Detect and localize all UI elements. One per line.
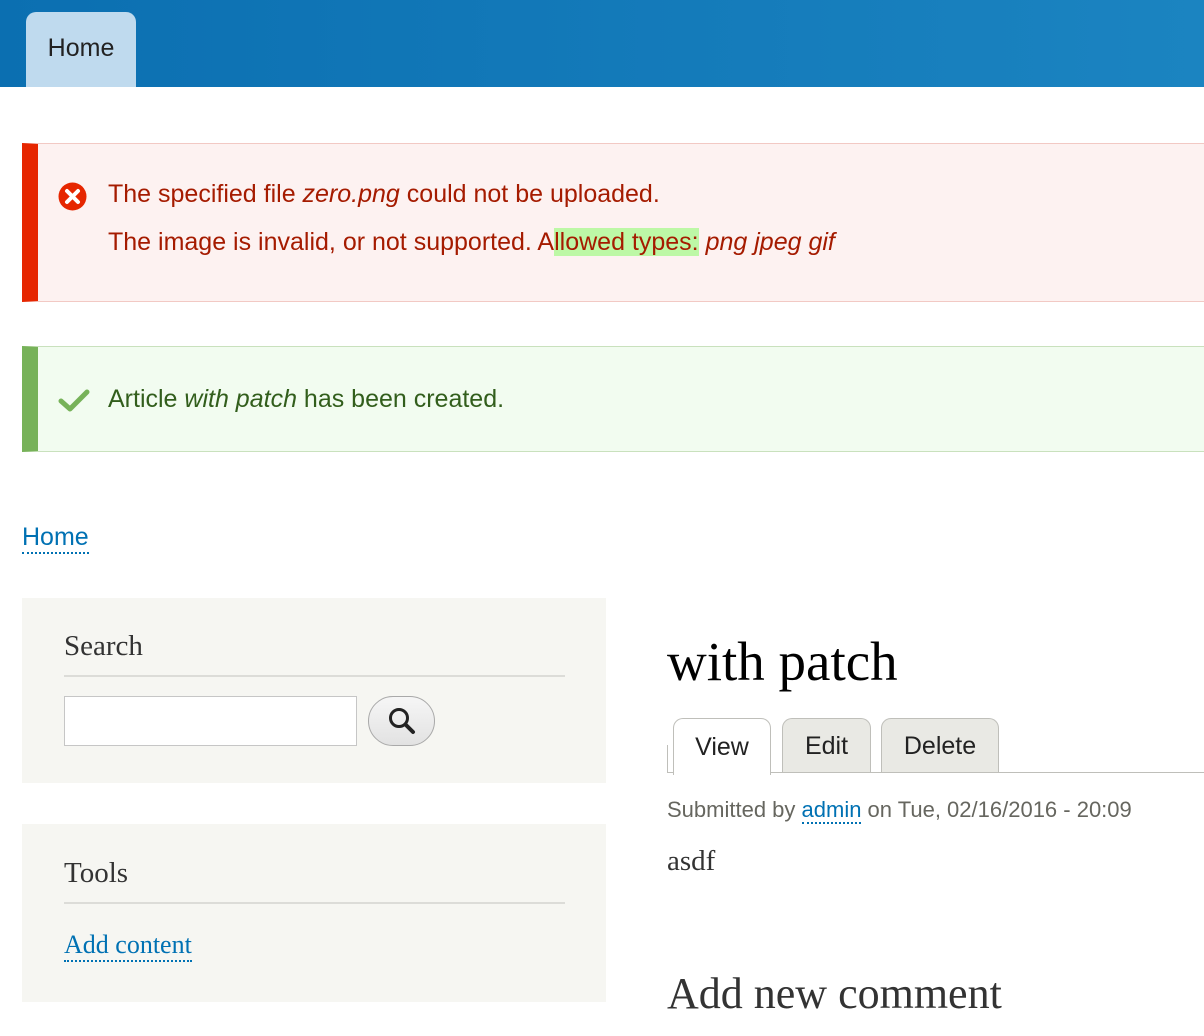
article-body: asdf — [667, 845, 716, 877]
status-text: Article with patch has been created. — [108, 385, 505, 413]
allowed-types: png jpeg gif — [705, 228, 835, 256]
search-input[interactable] — [64, 696, 357, 746]
tab-view[interactable]: View — [673, 718, 771, 775]
add-content-link[interactable]: Add content — [64, 930, 192, 962]
tools-block: Tools Add content — [22, 824, 606, 1002]
search-block-divider — [64, 675, 565, 677]
submitted-info: Submitted by admin on Tue, 02/16/2016 - … — [667, 797, 1132, 824]
error-line-1: The specified file zero.png could not be… — [108, 180, 660, 208]
tools-block-title: Tools — [64, 857, 129, 889]
search-block: Search — [22, 598, 606, 783]
tab-edit[interactable]: Edit — [782, 718, 871, 773]
error-line-2: The image is invalid, or not supported. … — [108, 228, 835, 256]
error-filename: zero.png — [302, 180, 400, 208]
status-message: Article with patch has been created. — [22, 346, 1204, 452]
add-comment-heading: Add new comment — [667, 969, 1002, 1018]
tabs-divider-left — [667, 745, 668, 773]
search-icon — [388, 708, 415, 734]
checkmark-icon — [58, 389, 90, 412]
error-icon — [58, 182, 87, 211]
error-message: The specified file zero.png could not be… — [22, 143, 1204, 302]
search-block-title: Search — [64, 630, 143, 662]
tab-delete[interactable]: Delete — [881, 718, 999, 773]
breadcrumb-home[interactable]: Home — [22, 522, 89, 554]
tools-block-divider — [64, 902, 565, 904]
author-link[interactable]: admin — [801, 797, 862, 824]
nav-tab-home[interactable]: Home — [26, 12, 136, 87]
page-title: with patch — [667, 631, 898, 692]
search-highlight: llowed types: — [554, 228, 699, 256]
search-button[interactable] — [368, 696, 435, 746]
primary-nav-bar: Home — [0, 0, 1204, 87]
status-article-title: with patch — [184, 385, 297, 413]
